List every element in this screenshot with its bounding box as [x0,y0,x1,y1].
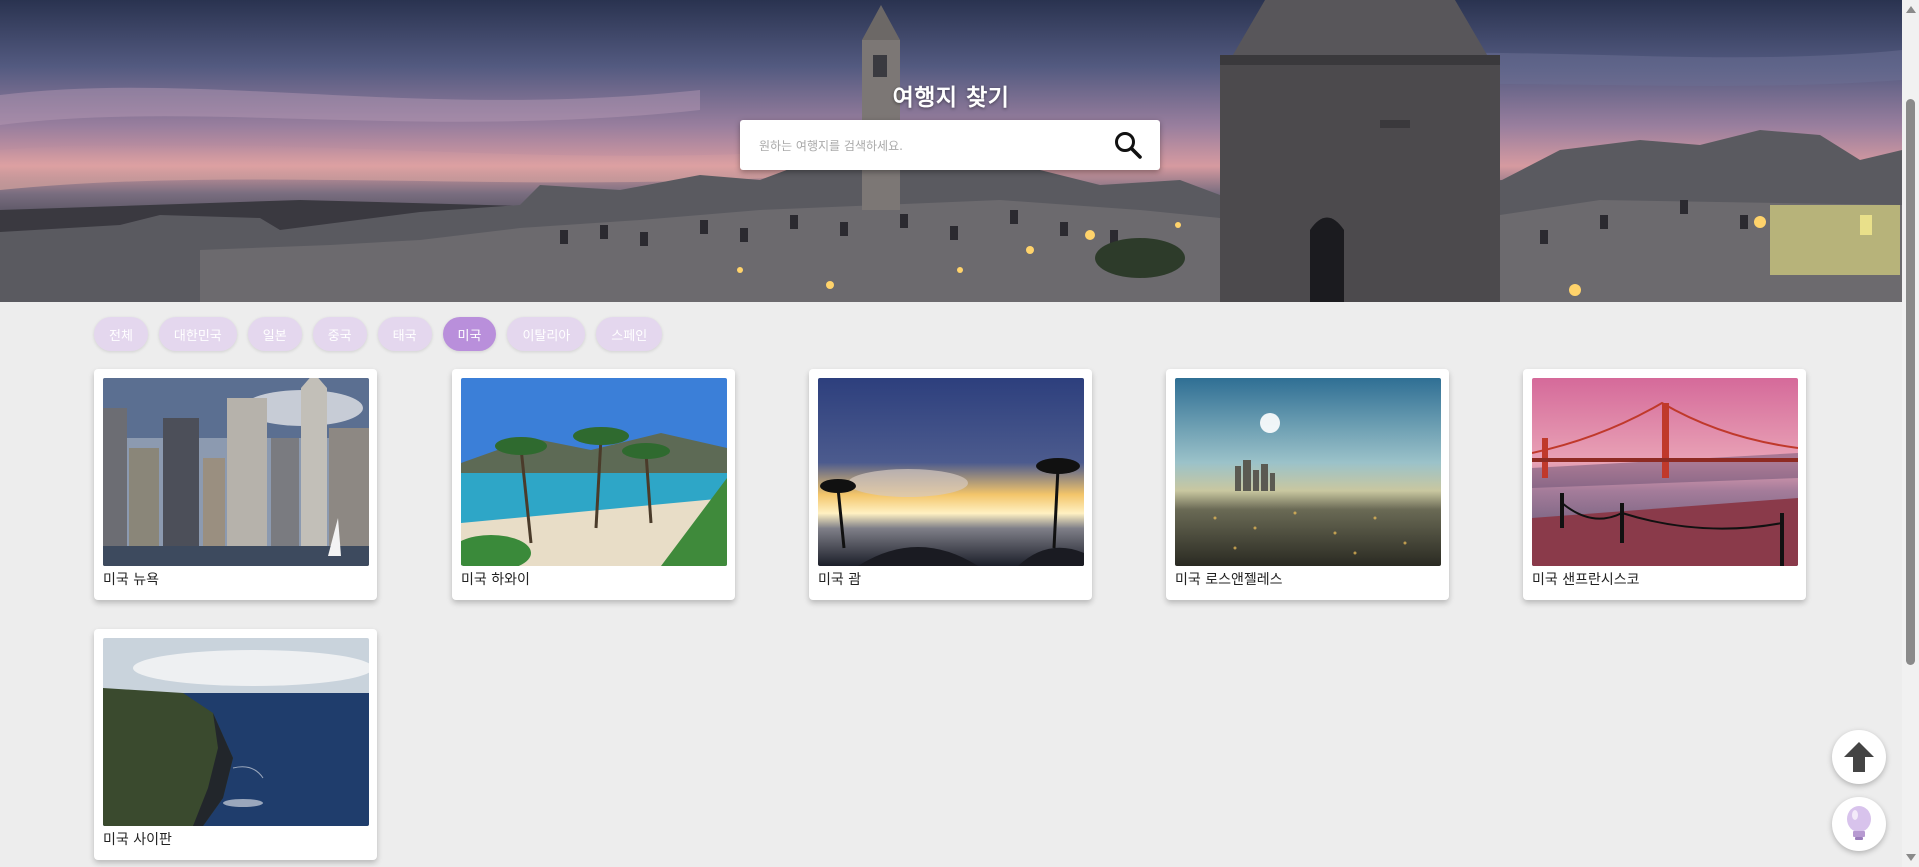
vertical-scrollbar[interactable] [1902,0,1919,867]
destination-card-san-francisco[interactable]: 미국 샌프란시스코 [1523,369,1806,600]
destination-card-saipan[interactable]: 미국 사이판 [94,629,377,860]
destination-photo [461,378,727,566]
destination-card-guam[interactable]: 미국 괌 [809,369,1092,600]
scroll-to-top-button[interactable] [1832,730,1886,784]
destination-name: 미국 뉴욕 [103,572,159,588]
search-button[interactable] [1113,130,1143,160]
page-title: 여행지 찾기 [892,85,1010,111]
filter-chip-china[interactable]: 중국 [312,317,367,351]
filter-chip-usa[interactable]: 미국 [442,317,497,351]
destination-photo [103,638,369,826]
destination-name: 미국 로스앤젤레스 [1175,572,1283,588]
destination-card-los-angeles[interactable]: 미국 로스앤젤레스 [1166,369,1449,600]
country-filter-bar: 전체 대한민국 일본 중국 태국 미국 이탈리아 스페인 [94,317,663,351]
destination-photo [1175,378,1441,566]
lightbulb-icon [1847,806,1871,840]
filter-chip-italy[interactable]: 이탈리아 [507,317,586,351]
search-box [740,120,1160,170]
scroll-up-arrow-icon[interactable] [1906,6,1916,13]
destination-card-hawaii[interactable]: 미국 하와이 [452,369,735,600]
search-input[interactable] [757,132,1101,160]
destination-card-new-york[interactable]: 미국 뉴욕 [94,369,377,600]
filter-chip-spain[interactable]: 스페인 [596,317,663,351]
destination-name: 미국 하와이 [461,572,530,588]
hero-banner: 여행지 찾기 [0,0,1902,302]
scroll-down-arrow-icon[interactable] [1906,854,1916,861]
lightbulb-button[interactable] [1832,797,1886,851]
scrollbar-thumb[interactable] [1906,99,1915,665]
filter-chip-korea[interactable]: 대한민국 [158,317,237,351]
arrow-up-icon [1844,742,1874,772]
filter-chip-japan[interactable]: 일본 [247,317,302,351]
destination-name: 미국 괌 [818,572,862,588]
filter-chip-all[interactable]: 전체 [94,317,148,351]
destination-photo [818,378,1084,566]
destination-name: 미국 샌프란시스코 [1532,572,1640,588]
magnifier-icon [1115,132,1142,159]
filter-chip-thailand[interactable]: 태국 [377,317,432,351]
destination-name: 미국 사이판 [103,832,172,848]
destination-photo [103,378,369,566]
destination-photo [1532,378,1798,566]
